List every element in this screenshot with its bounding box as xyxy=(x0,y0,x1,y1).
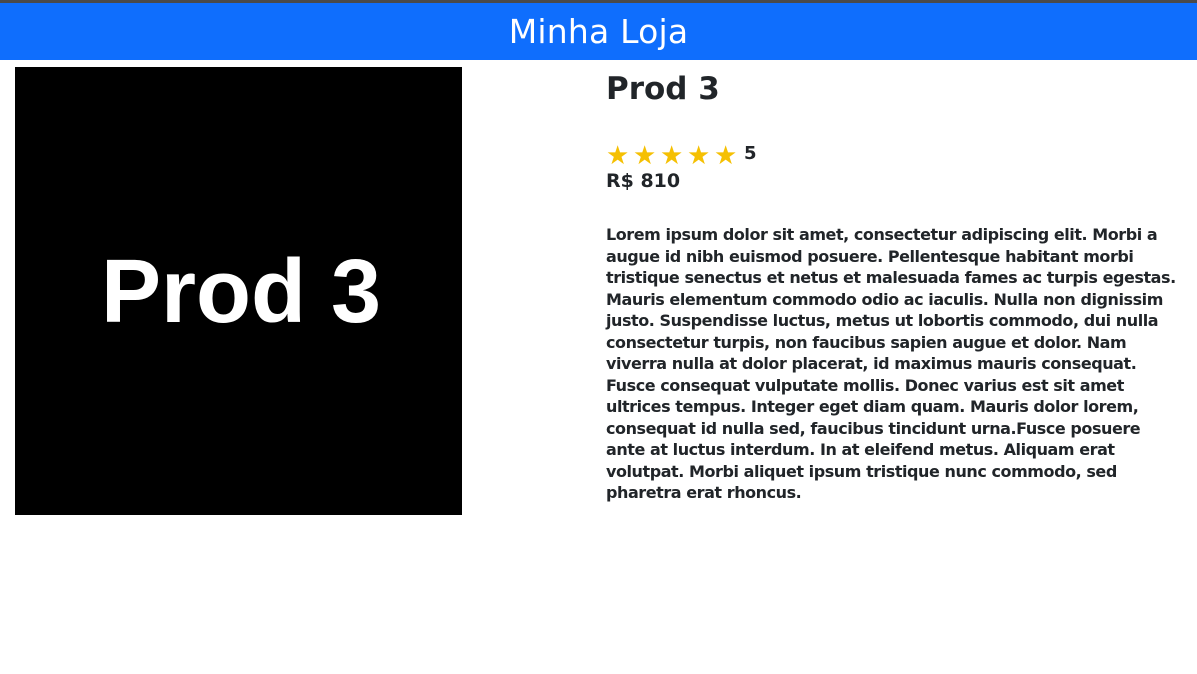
product-image-label: Prod 3 xyxy=(100,242,382,342)
product-price: R$ 810 xyxy=(606,170,681,192)
product-title: Prod 3 xyxy=(606,71,720,107)
navbar: Minha Loja xyxy=(0,3,1197,60)
star-icon[interactable]: ★ xyxy=(687,143,714,169)
star-icon[interactable]: ★ xyxy=(606,143,633,169)
star-icon[interactable]: ★ xyxy=(660,143,687,169)
rating-value: 5 xyxy=(744,142,757,164)
product-image: Prod 3 xyxy=(15,67,462,515)
star-icon[interactable]: ★ xyxy=(714,143,741,169)
product-rating: ★ ★ ★ ★ ★ 5 xyxy=(606,141,757,171)
star-icon[interactable]: ★ xyxy=(633,143,660,169)
product-description: Lorem ipsum dolor sit amet, consectetur … xyxy=(606,225,1176,502)
product-details: Prod 3 ★ ★ ★ ★ ★ 5 R$ 810 Lorem ipsum do… xyxy=(606,67,1181,502)
brand-link[interactable]: Minha Loja xyxy=(509,12,689,51)
